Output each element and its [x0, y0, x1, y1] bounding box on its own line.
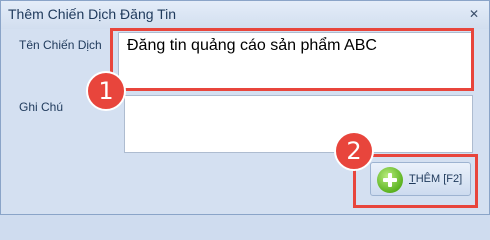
highlight-box-2 [353, 154, 478, 208]
step-badge-1: 1 [86, 71, 126, 111]
title-bar[interactable]: Thêm Chiến Dịch Đăng Tin ✕ [1, 1, 489, 29]
campaign-name-label: Tên Chiến Dịch [19, 38, 102, 52]
note-textarea[interactable] [124, 95, 473, 153]
dialog-title: Thêm Chiến Dịch Đăng Tin [8, 6, 177, 22]
note-label: Ghi Chú [19, 100, 64, 114]
step-badge-2: 2 [334, 131, 374, 171]
close-icon[interactable]: ✕ [467, 7, 481, 21]
highlight-box-1 [110, 28, 474, 91]
